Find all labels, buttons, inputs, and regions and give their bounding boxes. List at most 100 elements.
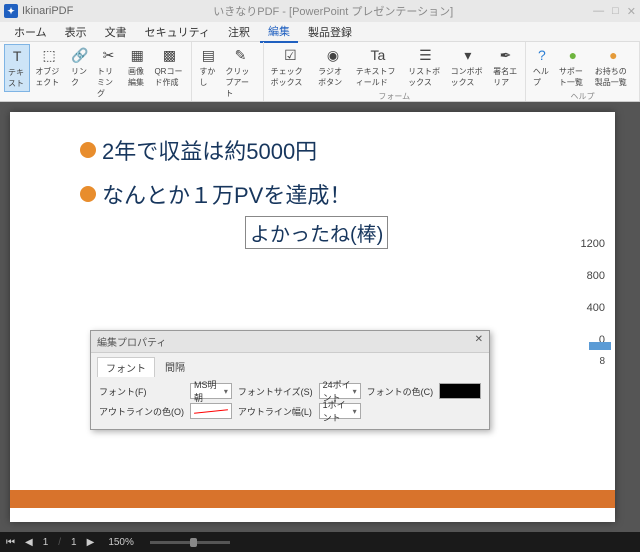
products-icon: ● — [604, 46, 622, 64]
help-label: ヘルプ — [533, 66, 551, 88]
ytick: 1200 — [581, 238, 605, 250]
zoom-slider[interactable] — [150, 541, 230, 544]
radiobtn-icon: ◉ — [324, 46, 342, 64]
link-tool-label: リンク — [71, 66, 89, 88]
font-color-picker[interactable] — [439, 383, 481, 399]
image-edit-label: 画像編集 — [128, 66, 146, 88]
canvas-area: 2年で収益は約5000円 なんとか１万PVを達成！ よかったね(棒) 1200 … — [0, 102, 640, 532]
radiobtn[interactable]: ◉ ラジオボタン — [315, 44, 351, 90]
menu-annot[interactable]: 注釈 — [220, 22, 258, 42]
watermark-icon: ▤ — [199, 46, 217, 64]
support-icon: ● — [564, 46, 582, 64]
clipart[interactable]: ✎ クリップアート — [222, 44, 258, 101]
checkbox-label: チェックボックス — [271, 66, 310, 88]
outline-color-picker[interactable] — [190, 403, 232, 419]
support-label: サポート一覧 — [559, 66, 587, 88]
menu-home[interactable]: ホーム — [6, 22, 55, 42]
chart-y-axis: 1200 800 400 0 — [555, 238, 605, 346]
nav-prev-icon[interactable]: ◀ — [25, 537, 33, 548]
window-title: いきなりPDF - [PowerPoint プレゼンテーション] — [73, 3, 593, 19]
font-select[interactable]: MS明朝 — [190, 383, 232, 399]
sigarea-icon: ✒ — [497, 46, 515, 64]
font-label: フォント(F) — [99, 385, 184, 398]
menu-document[interactable]: 文書 — [97, 22, 135, 42]
textfield-icon: Ta — [369, 46, 387, 64]
combobox-label: コンボボックス — [451, 66, 486, 88]
ribbon: Tテキスト⬚オブジェクト🔗リンク✂トリミング▦画像編集▩QRコード作成編集 ▤す… — [0, 42, 640, 102]
minimize-button[interactable]: — — [593, 5, 604, 18]
outline-width-label: アウトライン幅(L) — [238, 405, 313, 418]
image-edit-icon: ▦ — [128, 46, 146, 64]
page-total: 1 — [71, 537, 77, 548]
bullet-icon — [80, 186, 96, 202]
text-tool-label: テキスト — [8, 67, 26, 89]
sigarea[interactable]: ✒ 署名エリア — [490, 44, 521, 90]
chart-bar — [589, 342, 611, 350]
object-tool-label: オブジェクト — [35, 66, 63, 88]
support[interactable]: ● サポート一覧 — [556, 44, 590, 90]
textfield-label: テキストフィールド — [356, 66, 400, 88]
app-icon: ✦ — [4, 4, 18, 18]
help[interactable]: ? ヘルプ — [530, 44, 554, 90]
ytick: 400 — [587, 302, 605, 314]
image-edit[interactable]: ▦ 画像編集 — [125, 44, 149, 90]
nav-first-icon[interactable]: ⏮ — [6, 537, 15, 548]
trim-tool-label: トリミング — [97, 66, 120, 99]
menu-security[interactable]: セキュリティ — [137, 22, 218, 42]
zoom-value[interactable]: 150% — [108, 537, 134, 548]
size-select[interactable]: 24ポイント — [319, 383, 361, 399]
combobox-icon: ▾ — [459, 46, 477, 64]
clipart-label: クリップアート — [225, 66, 255, 99]
maximize-button[interactable]: □ — [612, 5, 619, 18]
listbox-icon: ☰ — [416, 46, 434, 64]
menu-edit[interactable]: 編集 — [260, 21, 298, 43]
title-bar: ✦ IkinariPDF いきなりPDF - [PowerPoint プレゼンテ… — [0, 0, 640, 22]
outline-width-select[interactable]: 1ポイント — [319, 403, 361, 419]
bullet-2[interactable]: なんとか１万PVを達成！ — [102, 178, 351, 210]
trim-tool-icon: ✂ — [99, 46, 117, 64]
qr-tool-label: QRコード作成 — [154, 66, 184, 88]
close-button[interactable]: ✕ — [627, 5, 636, 18]
page-current: 1 — [43, 537, 49, 548]
clipart-icon: ✎ — [232, 46, 250, 64]
text-tool[interactable]: T テキスト — [4, 44, 30, 92]
dialog-close-icon[interactable]: ✕ — [475, 334, 483, 349]
watermark-label: すかし — [199, 66, 217, 88]
text-tool-icon: T — [8, 47, 26, 65]
tab-font[interactable]: フォント — [97, 357, 155, 377]
bullet-1[interactable]: 2年で収益は約5000円 — [102, 134, 317, 166]
outline-color-label: アウトラインの色(O) — [99, 405, 184, 418]
qr-tool-icon: ▩ — [160, 46, 178, 64]
checkbox-icon: ☑ — [281, 46, 299, 64]
menu-view[interactable]: 表示 — [57, 22, 95, 42]
trim-tool[interactable]: ✂ トリミング — [94, 44, 123, 101]
products[interactable]: ●お持ちの製品一覧 — [592, 44, 635, 90]
chart-x-label: 8 — [599, 356, 605, 367]
qr-tool[interactable]: ▩ QRコード作成 — [151, 44, 187, 90]
edit-properties-dialog: 編集プロパティ ✕ フォント 間隔 フォント(F) MS明朝 フォントサイズ(S… — [90, 330, 490, 430]
tab-spacing[interactable]: 間隔 — [157, 357, 193, 377]
radiobtn-label: ラジオボタン — [318, 66, 348, 88]
nav-next-icon[interactable]: ▶ — [87, 537, 95, 548]
slide-page[interactable]: 2年で収益は約5000円 なんとか１万PVを達成！ よかったね(棒) 1200 … — [10, 112, 615, 522]
ytick: 800 — [587, 270, 605, 282]
object-tool-icon: ⬚ — [40, 46, 58, 64]
listbox-label: リストボックス — [408, 66, 443, 88]
app-name: IkinariPDF — [22, 5, 73, 17]
size-label: フォントサイズ(S) — [238, 385, 313, 398]
sigarea-label: 署名エリア — [493, 66, 518, 88]
checkbox[interactable]: ☑ チェックボックス — [268, 44, 313, 90]
link-tool[interactable]: 🔗リンク — [68, 44, 92, 90]
status-bar: ⏮ ◀ 1 / 1 ▶ 150% — [0, 532, 640, 552]
bullet-icon — [80, 142, 96, 158]
combobox[interactable]: ▾ コンボボックス — [448, 44, 489, 90]
text-edit-box[interactable]: よかったね(棒) — [245, 216, 388, 249]
menu-bar: ホーム 表示 文書 セキュリティ 注釈 編集 製品登録 — [0, 22, 640, 42]
listbox[interactable]: ☰ リストボックス — [405, 44, 446, 90]
menu-register[interactable]: 製品登録 — [300, 22, 360, 42]
object-tool[interactable]: ⬚ オブジェクト — [32, 44, 66, 90]
textfield[interactable]: Ta テキストフィールド — [353, 44, 403, 90]
help-icon: ? — [533, 46, 551, 64]
watermark[interactable]: ▤ すかし — [196, 44, 220, 90]
dialog-title: 編集プロパティ — [97, 334, 166, 349]
